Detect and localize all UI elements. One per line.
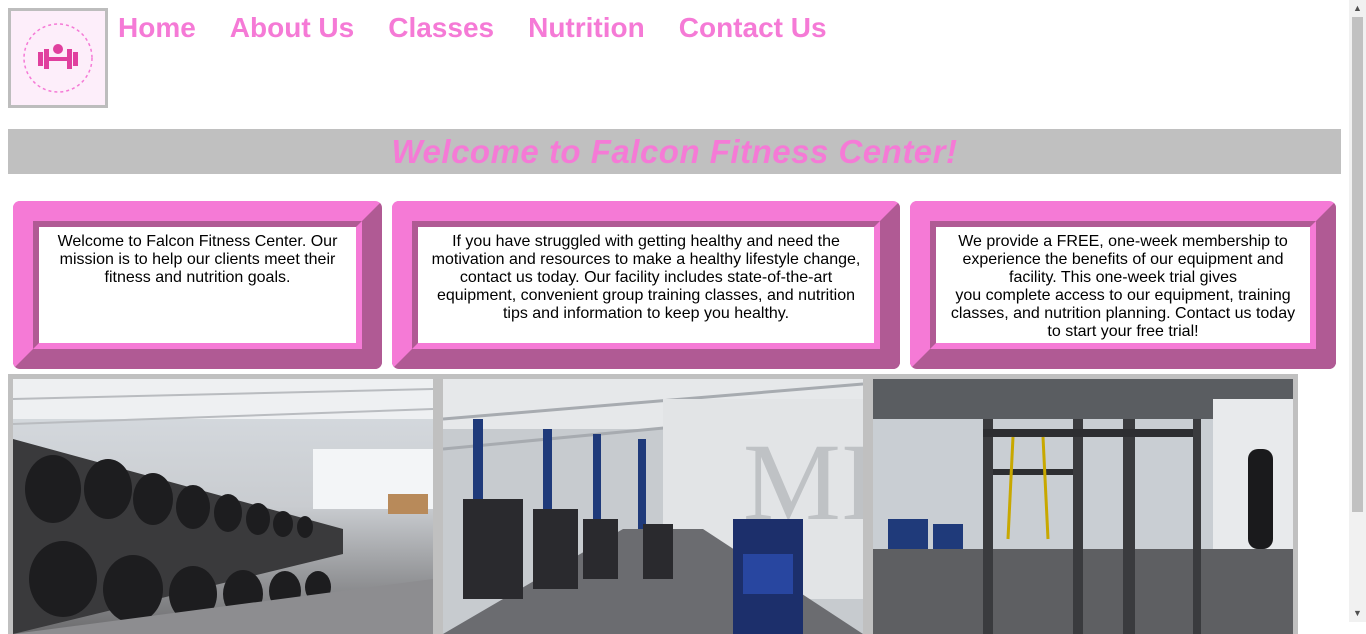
photo-training-rig [873, 379, 1293, 634]
logo [8, 8, 108, 108]
info-box-mission: Welcome to Falcon Fitness Center. Our mi… [13, 201, 382, 369]
info-box-text: Welcome to Falcon Fitness Center. Our mi… [33, 221, 362, 349]
photo-weight-machines: MI [443, 379, 863, 634]
info-box-facility: If you have struggled with getting healt… [392, 201, 900, 369]
scroll-up-arrow-icon[interactable]: ▲ [1349, 0, 1366, 17]
dumbbell-logo-icon [23, 23, 93, 93]
info-box-trial: We provide a FREE, one-week membership t… [910, 201, 1336, 369]
welcome-banner: Welcome to Falcon Fitness Center! [8, 129, 1341, 174]
photo-strip: MI [8, 374, 1298, 634]
facility-text: If you have struggled with getting healt… [431, 233, 861, 322]
main-nav: Home About Us Classes Nutrition Contact … [118, 10, 827, 46]
nav-home-link[interactable]: Home [118, 10, 196, 46]
scroll-down-arrow-icon[interactable]: ▼ [1349, 605, 1366, 622]
trial-text-line2: you complete access to our equipment, tr… [950, 287, 1296, 340]
mission-text: Welcome to Falcon Fitness Center. Our mi… [57, 233, 338, 286]
nav-about-link[interactable]: About Us [230, 10, 354, 46]
nav-contact-link[interactable]: Contact Us [679, 10, 827, 46]
info-box-text: We provide a FREE, one-week membership t… [930, 221, 1316, 349]
trial-text-line1: We provide a FREE, one-week membership t… [958, 233, 1288, 286]
photo-dumbbell-rack [13, 379, 433, 634]
info-box-text: If you have struggled with getting healt… [412, 221, 880, 349]
page-title: Welcome to Falcon Fitness Center! [391, 132, 958, 170]
scrollbar-thumb[interactable] [1352, 17, 1363, 512]
page-scrollbar[interactable]: ▲ ▼ [1349, 0, 1366, 622]
nav-classes-link[interactable]: Classes [388, 10, 494, 46]
nav-nutrition-link[interactable]: Nutrition [528, 10, 645, 46]
